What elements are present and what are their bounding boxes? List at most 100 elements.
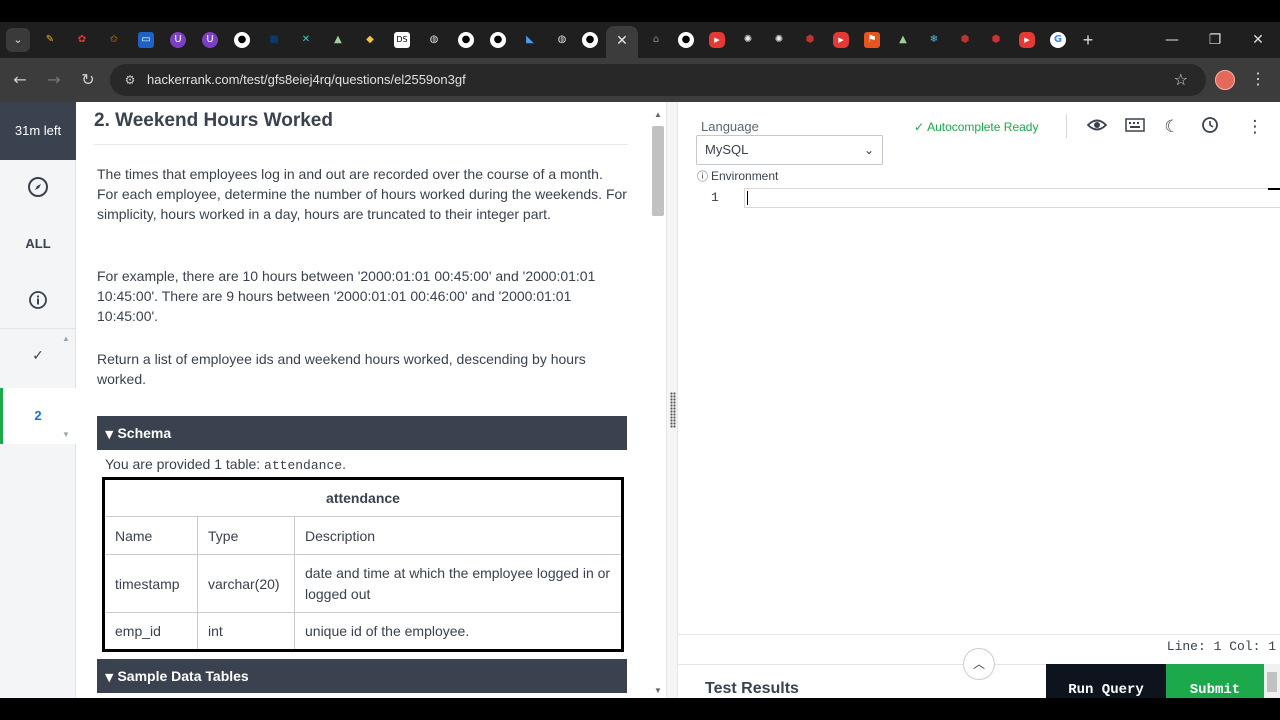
url-text[interactable]: hackerrank.com/test/gfs8eiej4rq/question…	[147, 72, 466, 88]
tab-favicon-mountain-icon[interactable]: ▲	[895, 32, 911, 48]
back-button[interactable]: ←	[10, 70, 30, 90]
eye-icon[interactable]	[1086, 116, 1108, 138]
status-divider	[678, 634, 1280, 635]
sample-data-section-toggle[interactable]: ▼ Sample Data Tables	[97, 659, 627, 693]
tab-favicon-openai-icon[interactable]: ✺	[740, 32, 756, 48]
tab-favicon-openai-icon[interactable]: ✺	[771, 32, 787, 48]
scrollbar-thumb[interactable]	[652, 126, 664, 216]
tab-favicon-flag-icon[interactable]: ⚑	[864, 32, 880, 48]
rail-scroll-down-icon[interactable]: ▼	[62, 430, 70, 439]
tab-favicon-star-icon[interactable]: ✩	[106, 32, 122, 48]
run-query-button[interactable]: Run Query	[1046, 664, 1166, 698]
toolbar-divider	[1066, 114, 1067, 138]
tab-favicon-home-icon[interactable]: ⌂	[648, 32, 664, 48]
tab-favicon-pen-icon[interactable]: ✎	[42, 32, 58, 48]
tab-favicon-youtube-icon[interactable]: ▶	[709, 32, 725, 48]
tab-search-button[interactable]: ⌄	[6, 28, 30, 52]
tab-favicon-globe-icon[interactable]: ◍	[426, 32, 442, 48]
tab-favicon-github-icon[interactable]: ●	[582, 32, 598, 48]
tab-favicon-github-icon[interactable]: ●	[234, 32, 250, 48]
keyboard-icon[interactable]	[1124, 116, 1146, 138]
problem-paragraph: Return a list of employee ids and weeken…	[97, 351, 586, 387]
history-icon[interactable]	[1199, 116, 1221, 138]
column-header: Description	[294, 516, 623, 555]
caret-down-icon: ▼	[105, 671, 114, 684]
language-label: Language	[701, 119, 759, 134]
problem-title: 2. Weekend Hours Worked	[94, 110, 333, 131]
all-questions-link[interactable]: ALL	[0, 236, 76, 251]
more-options-icon[interactable]: ⋮	[1244, 116, 1266, 138]
tab-favicon-globe-icon[interactable]: ◍	[554, 32, 570, 48]
language-select[interactable]: MySQL ⌄	[696, 135, 883, 165]
info-icon: ⓘ	[697, 170, 708, 183]
table-cell: timestamp	[103, 554, 198, 613]
question-2-number[interactable]: 2	[0, 408, 76, 423]
new-tab-button[interactable]: +	[1078, 30, 1098, 50]
editor-scroll-indicator	[1268, 188, 1280, 190]
bookmark-star-icon[interactable]: ☆	[1174, 70, 1188, 90]
tab-favicon-github-icon[interactable]: ●	[678, 32, 694, 48]
scroll-up-icon[interactable]: ▲	[654, 110, 662, 119]
rail-scroll-up-icon[interactable]: ▲	[62, 334, 70, 343]
code-editor-input[interactable]	[744, 188, 1280, 208]
address-bar[interactable]: ⚙ hackerrank.com/test/gfs8eiej4rq/questi…	[110, 64, 1206, 96]
test-results-label[interactable]: Test Results	[705, 680, 799, 698]
compass-icon[interactable]	[0, 176, 76, 203]
scroll-down-icon[interactable]: ▼	[654, 686, 662, 695]
environment-link[interactable]: ⓘ Environment	[697, 168, 778, 184]
time-left: 31m left	[0, 102, 76, 160]
column-header: Type	[197, 516, 295, 555]
info-icon[interactable]	[0, 290, 76, 315]
profile-avatar[interactable]	[1215, 70, 1235, 90]
site-settings-icon[interactable]: ⚙	[122, 72, 138, 88]
tab-favicon-x-icon[interactable]: ✕	[298, 32, 314, 48]
editor-panel: Language MySQL ⌄ ⓘ Environment ✓ Autocompl…	[678, 102, 1280, 698]
panel-splitter[interactable]	[666, 102, 678, 698]
tab-favicon-youtube-icon[interactable]: ▶	[1019, 32, 1035, 48]
problem-scrollbar[interactable]: ▲ ▼	[652, 110, 664, 698]
tab-favicon-window-icon[interactable]: ▭	[138, 32, 154, 48]
reload-button[interactable]: ↻	[78, 70, 98, 90]
column-header: Name	[103, 516, 198, 555]
tab-favicon-docker-icon[interactable]: ◣	[522, 32, 538, 48]
schema-section-toggle[interactable]: ▼ Schema	[97, 416, 627, 450]
tab-favicon-ds-icon[interactable]: DS	[394, 32, 410, 48]
restore-button[interactable]: ❐	[1203, 30, 1227, 50]
close-window-button[interactable]: ✕	[1246, 30, 1270, 50]
title-divider	[94, 144, 628, 145]
tab-favicon-python-icon[interactable]: ◆	[362, 32, 378, 48]
autocomplete-label: Autocomplete Ready	[927, 120, 1039, 134]
browser-toolbar: ← → ↻ ⚙ hackerrank.com/test/gfs8eiej4rq/…	[0, 58, 1280, 102]
tab-favicon-u-icon[interactable]: U	[202, 32, 218, 48]
scrollbar-thumb[interactable]	[1267, 672, 1277, 692]
tab-favicon-cube-icon[interactable]: ⬢	[802, 32, 818, 48]
text-caret	[747, 191, 748, 205]
schema-table: attendance Name Type Description timesta…	[102, 477, 624, 652]
forward-button[interactable]: →	[44, 70, 64, 90]
minimize-button[interactable]: —	[1160, 30, 1184, 50]
tab-close-icon[interactable]: ✕	[614, 32, 630, 48]
expand-results-chevron-up-icon[interactable]: ︿	[963, 648, 995, 680]
question-1-check-icon[interactable]: ✓	[0, 348, 76, 364]
autocomplete-status: ✓ Autocomplete Ready	[914, 120, 1038, 134]
tab-favicon-github-icon[interactable]: ●	[458, 32, 474, 48]
tab-favicon-circle-icon[interactable]: ✿	[74, 32, 90, 48]
tab-favicon-snowflake-icon[interactable]: ❄	[926, 32, 942, 48]
dark-mode-moon-icon[interactable]: ☾	[1161, 116, 1183, 138]
caret-down-icon: ▼	[105, 428, 114, 441]
browser-menu-icon[interactable]: ⋮	[1250, 70, 1266, 90]
check-circle-icon: ✓	[914, 120, 925, 134]
tab-favicon-cube-icon[interactable]: ⬢	[988, 32, 1004, 48]
screen: ⌄ ✎ ✿ ✩ ▭ U U ● ■ ✕ ▲ ◆ DS ◍ ● ● ◣ ◍ ● ✕…	[0, 0, 1280, 720]
tab-favicon-google-icon[interactable]: G	[1050, 32, 1066, 48]
tab-favicon-u-icon[interactable]: U	[170, 32, 186, 48]
submit-button[interactable]: Submit	[1166, 664, 1264, 698]
table-cell: date and time at which the employee logg…	[294, 554, 623, 613]
tab-favicon-cube-icon[interactable]: ⬢	[957, 32, 973, 48]
tab-favicon-dark-icon[interactable]: ■	[266, 32, 282, 48]
tab-favicon-github-icon[interactable]: ●	[490, 32, 506, 48]
drag-handle-icon[interactable]	[670, 392, 676, 428]
tab-favicon-mountain-icon[interactable]: ▲	[330, 32, 346, 48]
tab-favicon-youtube-icon[interactable]: ▶	[833, 32, 849, 48]
editor-scrollbar[interactable]	[1264, 664, 1280, 698]
